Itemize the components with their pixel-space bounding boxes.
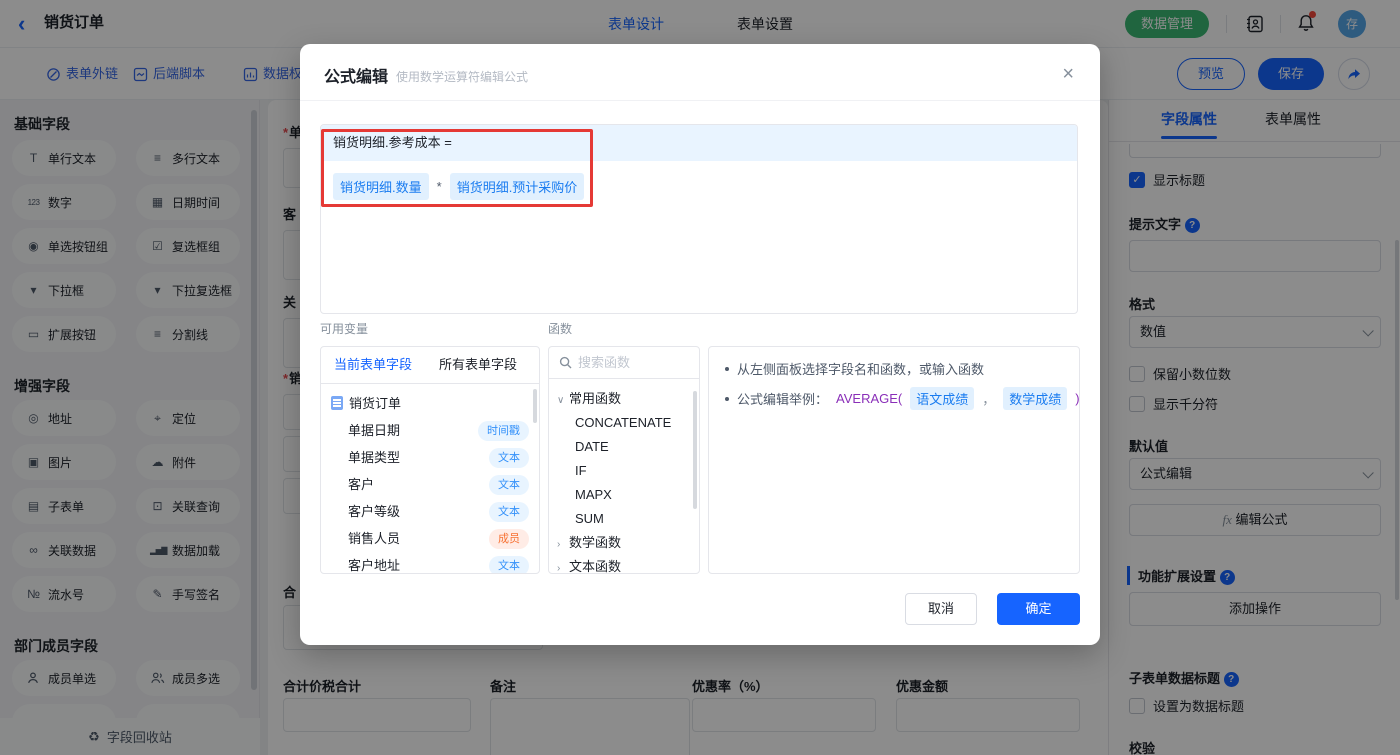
variables-box: 当前表单字段 所有表单字段 销货订单 单据日期 时间戳 单据类型 文本 客户 文本 客…	[320, 346, 540, 574]
example-field-chip: 语文成绩	[910, 387, 975, 410]
cancel-button[interactable]: 取消	[905, 593, 977, 625]
functions-label: 函数	[548, 322, 573, 336]
functions-scrollbar[interactable]	[693, 391, 697, 509]
formula-lhs: 销货明细.参考成本 =	[321, 125, 1077, 161]
tip-line-1: 从左侧面板选择字段名和函数，或输入函数	[725, 359, 984, 378]
variable-row[interactable]: 单据类型 文本	[321, 445, 539, 471]
type-badge: 文本	[489, 448, 529, 468]
variables-label: 可用变量	[320, 322, 369, 336]
function-item[interactable]: SUM	[549, 507, 699, 531]
formula-edit-modal: 公式编辑 使用数学运算符编辑公式 × 销货明细.参考成本 = 销货明细.数量 *…	[300, 44, 1100, 645]
functions-box: ∨常用函数 CONCATENATE DATE IF MAPX SUM ›数学函数…	[548, 346, 700, 574]
variable-row[interactable]: 客户 文本	[321, 472, 539, 498]
chevron-right-icon: ›	[557, 563, 561, 574]
function-item[interactable]: DATE	[549, 435, 699, 459]
search-icon	[559, 356, 572, 369]
type-badge: 时间戳	[478, 421, 529, 441]
close-icon[interactable]: ×	[1062, 64, 1074, 84]
header-divider	[300, 100, 1100, 101]
type-badge: 文本	[489, 556, 529, 573]
tips-box: 从左侧面板选择字段名和函数，或输入函数 公式编辑举例： AVERAGE( 语文成绩…	[708, 346, 1080, 574]
formula-operator: *	[436, 179, 442, 194]
example-field-chip: 数学成绩	[1003, 387, 1068, 410]
tab-current-form-fields[interactable]: 当前表单字段	[334, 347, 412, 383]
confirm-button[interactable]: 确定	[997, 593, 1080, 625]
function-search[interactable]	[549, 347, 699, 379]
function-group-common[interactable]: ∨ 常用函数	[549, 387, 699, 411]
tabs-divider	[321, 383, 539, 384]
function-name-token: AVERAGE(	[836, 391, 903, 406]
document-icon	[331, 396, 343, 410]
formula-operand-1[interactable]: 销货明细.数量	[333, 173, 429, 200]
formula-editor[interactable]: 销货明细.参考成本 = 销货明细.数量 * 销货明细.预计采购价	[320, 124, 1078, 314]
formula-expression: 销货明细.数量 * 销货明细.预计采购价	[333, 173, 585, 200]
type-badge: 文本	[489, 502, 529, 522]
function-close-token: )	[1075, 391, 1080, 406]
variable-row[interactable]: 客户等级 文本	[321, 499, 539, 525]
type-badge: 成员	[489, 529, 529, 549]
tip-line-2: 公式编辑举例： AVERAGE( 语文成绩 ， 数学成绩 )	[725, 387, 1080, 410]
variables-scrollbar[interactable]	[533, 389, 537, 423]
function-group-text[interactable]: › 文本函数	[549, 555, 699, 574]
function-group-math[interactable]: › 数学函数	[549, 531, 699, 555]
chevron-down-icon: ∨	[557, 395, 565, 406]
variable-row[interactable]: 销售人员 成员	[321, 526, 539, 552]
variable-tree-root[interactable]: 销货订单	[321, 391, 539, 417]
variable-row[interactable]: 单据日期 时间戳	[321, 418, 539, 444]
function-item[interactable]: MAPX	[549, 483, 699, 507]
chevron-right-icon: ›	[557, 539, 561, 550]
function-item[interactable]: IF	[549, 459, 699, 483]
type-badge: 文本	[489, 475, 529, 495]
bullet-icon	[725, 396, 729, 401]
modal-subtitle: 使用数学运算符编辑公式	[396, 70, 529, 84]
formula-operand-2[interactable]: 销货明细.预计采购价	[449, 173, 585, 200]
function-item[interactable]: CONCATENATE	[549, 411, 699, 435]
variable-row[interactable]: 客户地址 文本	[321, 553, 539, 573]
tab-all-form-fields[interactable]: 所有表单字段	[439, 347, 517, 383]
bullet-icon	[725, 366, 729, 371]
modal-title: 公式编辑	[324, 69, 389, 86]
search-input[interactable]	[578, 355, 678, 370]
